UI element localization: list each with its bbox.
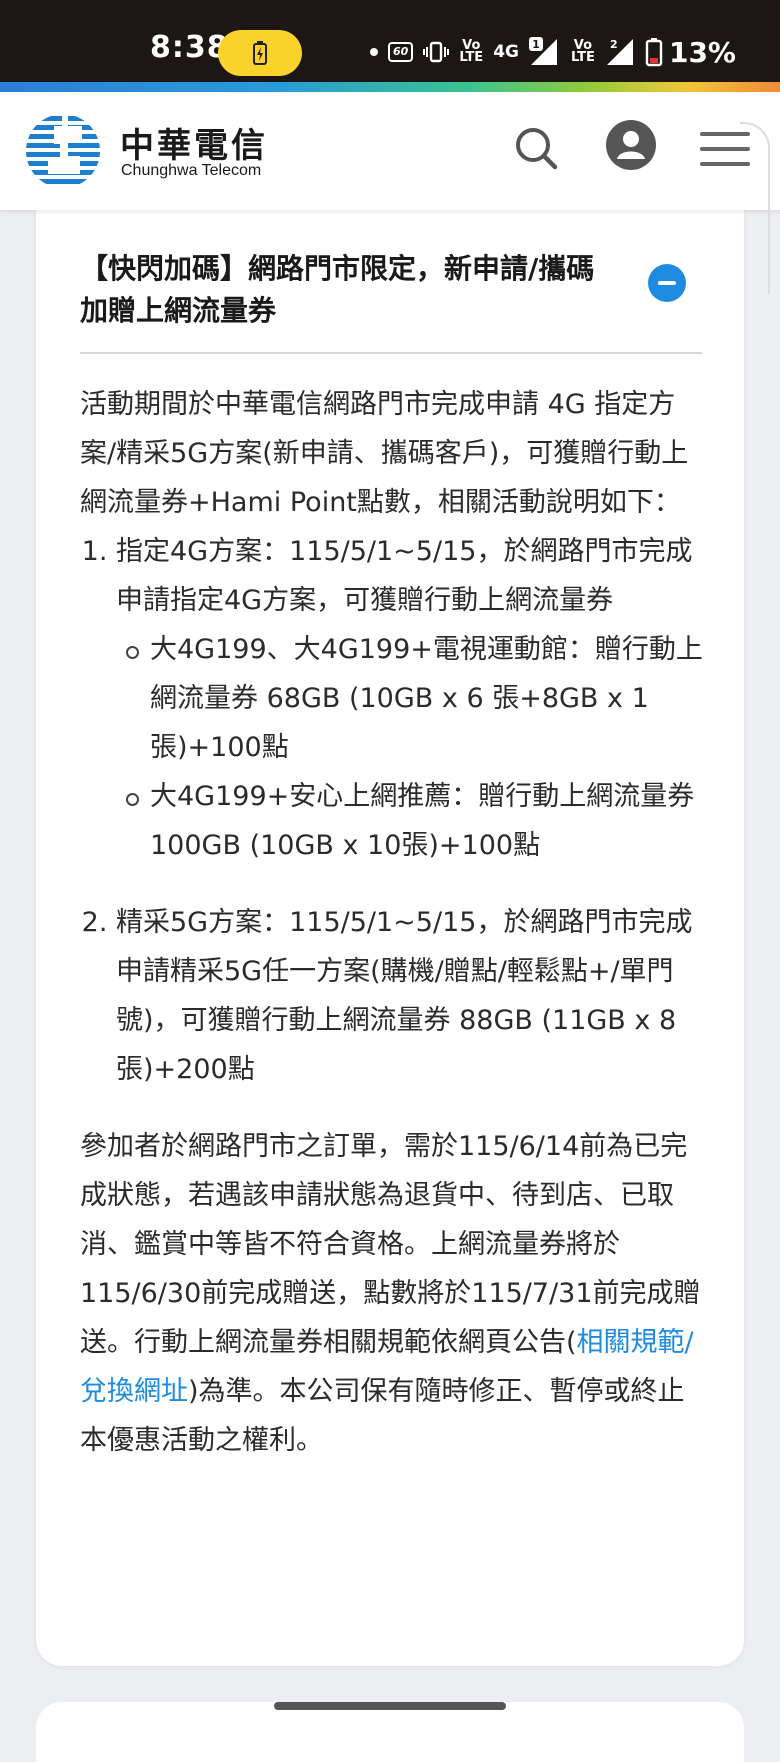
collapse-minus-icon[interactable] xyxy=(648,264,686,302)
notification-dot-icon xyxy=(370,48,378,56)
svg-text:2: 2 xyxy=(610,38,618,51)
brand-name-en: Chunghwa Telecom xyxy=(121,162,262,179)
battery-charging-icon xyxy=(253,41,267,65)
page-scroll-indicator xyxy=(740,122,770,294)
status-icons: 60 Vo LTE 4G 1 Vo LTE 2 xyxy=(370,34,663,70)
accordion-content: 活動期間於中華電信網路門市完成申請 4G 指定方案/精采5G方案(新申請、攜碼客… xyxy=(80,380,705,1465)
brand-name-cn: 中華電信 xyxy=(120,126,268,166)
accordion-title[interactable]: 【快閃加碼】網路門市限定，新申請/攜碼加贈上網流量券 xyxy=(80,248,620,332)
battery-saver-pill[interactable] xyxy=(218,30,302,76)
volte-icon-2: Vo LTE xyxy=(571,38,595,65)
brand-gradient-bar xyxy=(0,82,780,92)
search-icon[interactable] xyxy=(514,126,558,170)
list-item-text: 精采5G方案：115/5/1~5/15，於網路門市完成申請精采5G任一方案(購機… xyxy=(116,907,693,1085)
plan-list: 指定4G方案：115/5/1~5/15，於網路門市完成申請指定4G方案，可獲贈行… xyxy=(80,527,705,1094)
intro-paragraph: 活動期間於中華電信網路門市完成申請 4G 指定方案/精采5G方案(新申請、攜碼客… xyxy=(80,389,689,518)
network-type: 4G xyxy=(493,42,519,62)
vibrate-icon xyxy=(423,41,450,63)
battery-percent: 13% xyxy=(668,36,736,69)
sub-list: 大4G199、大4G199+電視運動館：贈行動上網流量券 68GB (10GB … xyxy=(116,625,705,870)
refresh-rate-icon: 60 xyxy=(388,42,414,62)
terms-paragraph: 參加者於網路門市之訂單，需於115/6/14前為已完成狀態，若遇該申請狀態為退貨… xyxy=(80,1122,705,1465)
promotion-accordion-card: 【快閃加碼】網路門市限定，新申請/攜碼加贈上網流量券 活動期間於中華電信網路門市… xyxy=(36,190,744,1666)
volte-icon-1: Vo LTE xyxy=(459,38,484,65)
signal-icon-2: 2 xyxy=(606,38,633,65)
signal-icon-1: 1 xyxy=(529,37,557,65)
status-time: 8:38 xyxy=(150,30,229,65)
site-header: 中華電信 Chunghwa Telecom xyxy=(0,92,780,210)
next-accordion-card[interactable] xyxy=(36,1702,744,1762)
list-item-text: 指定4G方案：115/5/1~5/15，於網路門市完成申請指定4G方案，可獲贈行… xyxy=(116,536,693,616)
status-bar: 8:38 60 Vo LTE 4G 1 Vo LTE 2 13% xyxy=(0,0,780,82)
battery-icon xyxy=(645,38,663,67)
terms-text-1: 參加者於網路門市之訂單，需於115/6/14前為已完成狀態，若遇該申請狀態為退貨… xyxy=(80,1131,701,1358)
list-item: 精采5G方案：115/5/1~5/15，於網路門市完成申請精采5G任一方案(購機… xyxy=(116,898,705,1094)
chunghwa-logo-icon[interactable] xyxy=(24,112,102,190)
divider xyxy=(80,352,702,354)
sub-list-item: 大4G199、大4G199+電視運動館：贈行動上網流量券 68GB (10GB … xyxy=(126,625,705,772)
svg-text:1: 1 xyxy=(532,38,540,51)
user-account-icon[interactable] xyxy=(606,120,656,170)
home-gesture-bar[interactable] xyxy=(274,1702,506,1710)
list-item: 指定4G方案：115/5/1~5/15，於網路門市完成申請指定4G方案，可獲贈行… xyxy=(116,527,705,870)
sub-list-item: 大4G199+安心上網推薦：贈行動上網流量券 100GB (10GB x 10張… xyxy=(126,772,705,870)
